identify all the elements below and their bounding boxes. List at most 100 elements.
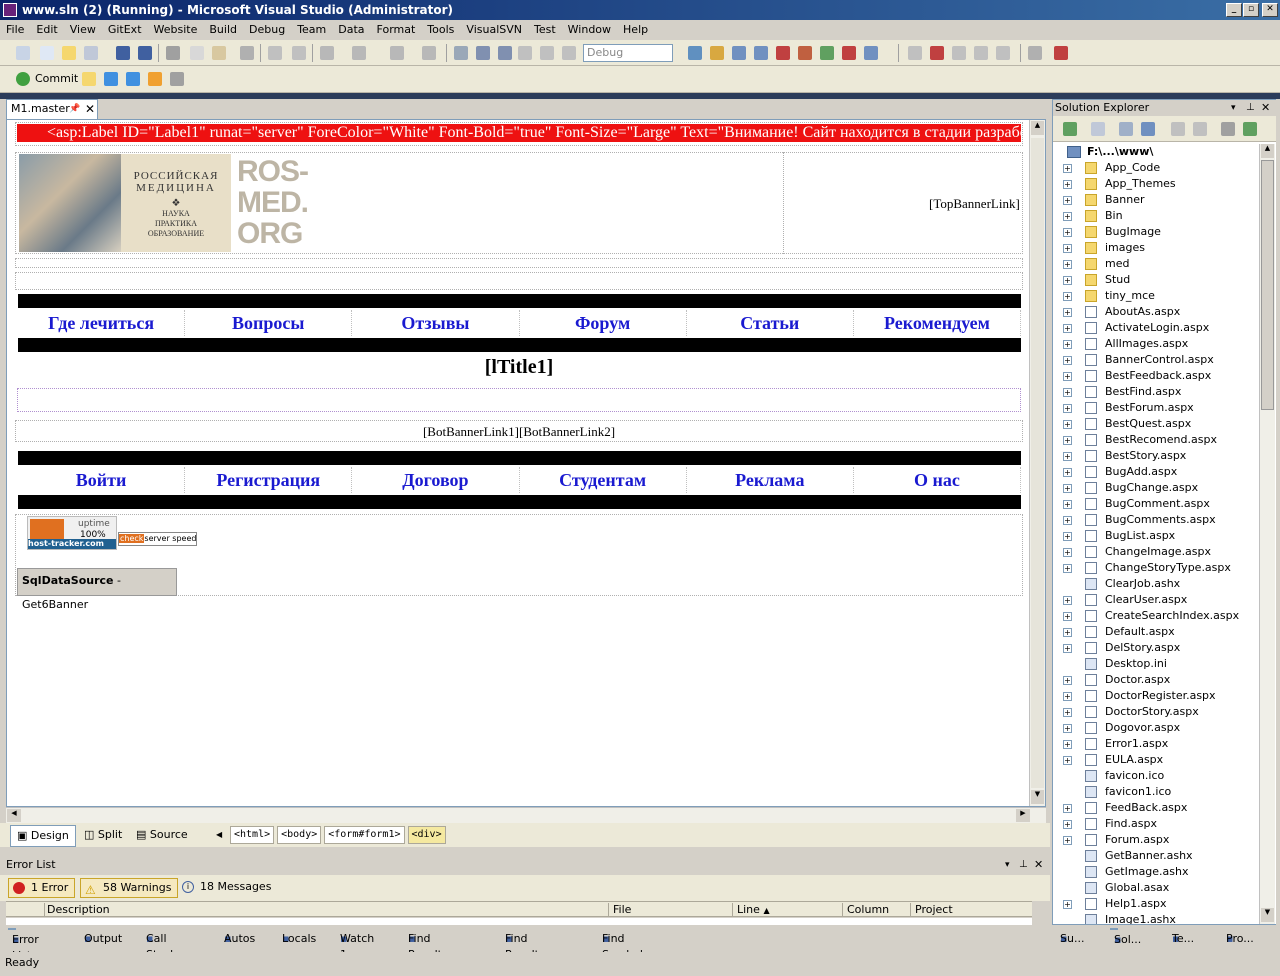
expand-icon[interactable]: + <box>1063 500 1072 509</box>
breadcrumb-left-icon[interactable]: ◀ <box>216 827 226 843</box>
menu-test[interactable]: Test <box>528 20 562 40</box>
bottom-tab-1[interactable]: ▪ Error List <box>8 928 39 962</box>
properties-icon[interactable] <box>1063 122 1077 136</box>
server-speed-badge[interactable]: checkserver speed <box>118 532 198 546</box>
expand-icon[interactable]: + <box>1063 676 1072 685</box>
tree-file[interactable]: + Default.aspx <box>1053 624 1259 640</box>
save-all-icon[interactable] <box>138 46 152 60</box>
expand-icon[interactable]: + <box>1063 484 1072 493</box>
maximize-button[interactable]: ▫ <box>1243 3 1259 17</box>
tree-file[interactable]: + ClearUser.aspx <box>1053 592 1259 608</box>
options-icon[interactable] <box>1028 46 1042 60</box>
view-code-icon[interactable] <box>1171 122 1185 136</box>
tree-file[interactable]: + ActivateLogin.aspx <box>1053 320 1259 336</box>
save-icon[interactable] <box>116 46 130 60</box>
expand-icon[interactable]: + <box>1063 324 1072 333</box>
tree-file[interactable]: + BugList.aspx <box>1053 528 1259 544</box>
aspnet-config-icon[interactable] <box>1243 122 1257 136</box>
tree-file[interactable]: + BugChange.aspx <box>1053 480 1259 496</box>
expand-icon[interactable]: + <box>1063 596 1072 605</box>
breadcrumb-item[interactable]: <body> <box>277 826 322 844</box>
tree-file[interactable]: + Forum.aspx <box>1053 832 1259 848</box>
expand-icon[interactable]: + <box>1063 228 1072 237</box>
nav-top-link[interactable]: Рекомендуем <box>854 310 1022 336</box>
menu-window[interactable]: Window <box>562 20 617 40</box>
tree-file[interactable]: favicon1.ico <box>1053 784 1259 800</box>
solution-configuration-select[interactable]: Debug <box>583 44 673 62</box>
show-all-files-icon[interactable] <box>1091 122 1105 136</box>
paste-icon[interactable] <box>212 46 226 60</box>
server-explorer-icon[interactable] <box>820 46 834 60</box>
outdent-icon[interactable] <box>974 46 988 60</box>
tab-split[interactable]: ◫ Split <box>78 825 128 847</box>
tree-folder[interactable]: + BugImage <box>1053 224 1259 240</box>
tree-file[interactable]: GetBanner.ashx <box>1053 848 1259 864</box>
expand-icon[interactable]: + <box>1063 308 1072 317</box>
nav-top-link[interactable]: Форум <box>520 310 687 336</box>
tree-file[interactable]: + BannerControl.aspx <box>1053 352 1259 368</box>
tree-file[interactable]: Image1.ashx <box>1053 912 1259 924</box>
tree-file[interactable]: + Error1.aspx <box>1053 736 1259 752</box>
expand-icon[interactable]: + <box>1063 644 1072 653</box>
cut-icon[interactable] <box>166 46 180 60</box>
host-tracker-badge[interactable]: uptime 100% host-tracker.com <box>27 516 117 550</box>
indent-icon[interactable] <box>952 46 966 60</box>
tree-file[interactable]: + BestForum.aspx <box>1053 400 1259 416</box>
tree-file[interactable]: + ChangeImage.aspx <box>1053 544 1259 560</box>
copy-icon[interactable] <box>190 46 204 60</box>
expand-icon[interactable]: + <box>1063 164 1072 173</box>
expand-icon[interactable]: + <box>1063 420 1072 429</box>
pull-icon[interactable] <box>104 72 118 86</box>
step-into-icon[interactable] <box>518 46 532 60</box>
scroll-down-icon[interactable]: ▼ <box>1261 908 1274 922</box>
step-out-icon[interactable] <box>562 46 576 60</box>
tree-file[interactable]: + BugAdd.aspx <box>1053 464 1259 480</box>
bookmark-icon[interactable] <box>996 46 1010 60</box>
tree-file[interactable]: + ChangeStoryType.aspx <box>1053 560 1259 576</box>
menu-gitext[interactable]: GitExt <box>102 20 148 40</box>
format-icon[interactable] <box>908 46 922 60</box>
expand-icon[interactable]: + <box>1063 740 1072 749</box>
tree-folder[interactable]: + Banner <box>1053 192 1259 208</box>
minimize-button[interactable]: _ <box>1226 3 1242 17</box>
column-line[interactable]: Line ▲ <box>732 903 842 916</box>
tree-file[interactable]: + FeedBack.aspx <box>1053 800 1259 816</box>
column-column[interactable]: Column <box>842 903 910 916</box>
tree-file[interactable]: favicon.ico <box>1053 768 1259 784</box>
tree-file[interactable]: + Help1.aspx <box>1053 896 1259 912</box>
start-page-icon[interactable] <box>864 46 878 60</box>
tree-file[interactable]: + CreateSearchIndex.aspx <box>1053 608 1259 624</box>
tree-file[interactable]: ClearJob.ashx <box>1053 576 1259 592</box>
top-banner-link[interactable]: [TopBannerLink] <box>929 196 1020 212</box>
breadcrumb-item[interactable]: <div> <box>407 826 446 844</box>
breadcrumb-item[interactable]: <html> <box>230 826 275 844</box>
menu-data[interactable]: Data <box>332 20 370 40</box>
expand-icon[interactable]: + <box>1063 820 1072 829</box>
nav-top-link[interactable]: Отзывы <box>352 310 520 336</box>
expand-icon[interactable]: + <box>1063 804 1072 813</box>
menu-debug[interactable]: Debug <box>243 20 291 40</box>
close-icon[interactable]: ✕ <box>1034 857 1043 873</box>
uncomment-icon[interactable] <box>292 46 306 60</box>
step-over-icon[interactable] <box>540 46 554 60</box>
expand-icon[interactable]: + <box>1063 276 1072 285</box>
tab-m1-master[interactable]: M1.master 📌 ✕ <box>6 99 98 119</box>
editor-horizontal-scrollbar[interactable]: ◀ ▶ <box>6 807 1046 823</box>
tree-file[interactable]: + BestStory.aspx <box>1053 448 1259 464</box>
menu-format[interactable]: Format <box>371 20 422 40</box>
nav-top-link[interactable]: Где лечиться <box>18 310 186 336</box>
expand-icon[interactable]: + <box>1063 468 1072 477</box>
comment-icon[interactable] <box>268 46 282 60</box>
tab-design[interactable]: ▣ Design <box>10 825 76 847</box>
tree-folder[interactable]: + Stud <box>1053 272 1259 288</box>
tree-file[interactable]: + EULA.aspx <box>1053 752 1259 768</box>
object-browser-icon[interactable] <box>754 46 768 60</box>
expand-icon[interactable]: + <box>1063 692 1072 701</box>
add-item-icon[interactable] <box>40 46 54 60</box>
nav-bottom-link[interactable]: О нас <box>854 467 1022 493</box>
navigate-back-icon[interactable] <box>390 46 404 60</box>
tree-file[interactable]: Global.asax <box>1053 880 1259 896</box>
expand-icon[interactable]: + <box>1063 452 1072 461</box>
error-list-icon[interactable] <box>842 46 856 60</box>
expand-icon[interactable]: + <box>1063 612 1072 621</box>
